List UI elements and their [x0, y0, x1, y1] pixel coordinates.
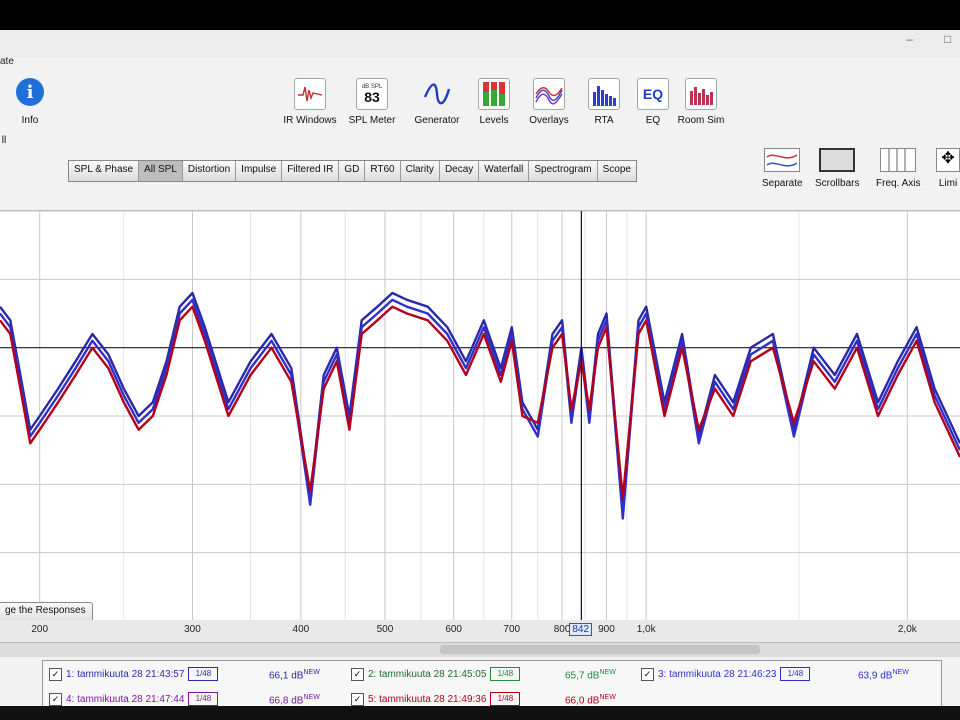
tab-all-spl[interactable]: All SPL: [139, 161, 183, 181]
tab-gd[interactable]: GD: [339, 161, 366, 181]
cursor-frequency-readout: 842: [569, 623, 593, 636]
x-tick-label: 500: [376, 624, 394, 635]
checkbox[interactable]: ✓: [49, 667, 62, 681]
minimize-icon[interactable]: –: [906, 32, 913, 46]
room-sim-icon: [685, 78, 717, 110]
level-readout: 65,7 dBNEW: [565, 669, 616, 682]
freq-axis-button[interactable]: Freq. Axis: [876, 148, 920, 189]
legend-name: 2: tammikuuta 28 21:45:05: [368, 668, 487, 680]
taskbar: [0, 706, 960, 720]
window-title: ate: [0, 56, 14, 67]
x-tick-label: 900: [598, 624, 615, 635]
scrollbars-icon: [819, 148, 856, 172]
checkbox[interactable]: ✓: [351, 692, 364, 706]
scrollbar-thumb[interactable]: [440, 645, 760, 654]
title-bar: ate – □: [0, 30, 960, 67]
tab-impulse[interactable]: Impulse: [236, 161, 283, 181]
legend-entry-2[interactable]: ✓ 2: tammikuuta 28 21:45:05 1/48: [351, 667, 521, 681]
measurement-legend: ✓ 1: tammikuuta 28 21:43:57 1/48 66,1 dB…: [42, 660, 942, 710]
smoothing-badge[interactable]: 1/48: [490, 667, 521, 681]
separate-icon: [764, 148, 801, 172]
legend-name: 1: tammikuuta 28 21:43:57: [66, 668, 185, 680]
legend-name: 4: tammikuuta 28 21:47:44: [66, 693, 185, 705]
smoothing-badge[interactable]: 1/48: [188, 692, 219, 706]
level-readout: 66,1 dBNEW: [269, 669, 320, 682]
legend-name: 5: tammikuuta 28 21:49:36: [368, 693, 487, 705]
maximize-icon[interactable]: □: [944, 32, 951, 46]
generator-icon: [421, 78, 453, 110]
level-readout: 66,0 dBNEW: [565, 694, 616, 707]
tab-distortion[interactable]: Distortion: [182, 161, 237, 181]
x-tick-label: 600: [445, 624, 462, 635]
main-toolbar: ll i Info IR Windows dB SPL 83 SPL Meter…: [0, 70, 960, 146]
spl-plot[interactable]: [0, 210, 960, 622]
overlays-icon: [533, 78, 565, 110]
tab-spl-phase[interactable]: SPL & Phase: [69, 161, 140, 181]
frequency-axis: 200 300 400 500 600 700 800 900 1,0k 2,0k 842: [0, 620, 960, 642]
legend-entry-4[interactable]: ✓ 4: tammikuuta 28 21:47:44 1/48: [49, 692, 219, 706]
series-line-1: [0, 291, 960, 513]
graph-tabs: SPL & Phase All SPL Distortion Impulse F…: [68, 160, 637, 182]
scrollbars-button[interactable]: Scrollbars: [815, 148, 859, 189]
x-tick-label: 1,0k: [636, 624, 656, 635]
tab-rt60[interactable]: RT60: [365, 161, 401, 181]
ir-windows-icon: [294, 78, 326, 110]
spl-meter-icon: dB SPL 83: [356, 78, 388, 110]
limits-button[interactable]: ✥ Limi: [936, 148, 960, 189]
tab-clarity[interactable]: Clarity: [400, 161, 440, 181]
spl-chart-svg: [0, 210, 960, 622]
horizontal-scrollbar[interactable]: [0, 642, 960, 657]
x-tick-label: 400: [292, 624, 310, 635]
legend-entry-1[interactable]: ✓ 1: tammikuuta 28 21:43:57 1/48: [49, 667, 219, 681]
tab-waterfall[interactable]: Waterfall: [479, 161, 530, 181]
tab-decay[interactable]: Decay: [439, 161, 480, 181]
spl-meter-button[interactable]: dB SPL 83 SPL Meter: [336, 78, 408, 126]
level-readout: 63,9 dBNEW: [858, 669, 909, 682]
freq-axis-icon: [880, 148, 917, 172]
room-sim-button[interactable]: Room Sim: [665, 78, 737, 126]
smoothing-badge[interactable]: 1/48: [780, 667, 811, 681]
legend-entry-5[interactable]: ✓ 5: tammikuuta 28 21:49:36 1/48: [351, 692, 521, 706]
smoothing-badge[interactable]: 1/48: [490, 692, 521, 706]
x-tick-label: 300: [184, 624, 201, 635]
checkbox[interactable]: ✓: [49, 692, 62, 706]
level-readout: 66,8 dBNEW: [269, 694, 320, 707]
smoothing-badge[interactable]: 1/48: [188, 667, 219, 681]
info-button[interactable]: i Info: [0, 78, 66, 126]
levels-icon: [478, 78, 510, 110]
legend-name: 3: tammikuuta 28 21:46:23: [658, 668, 777, 680]
toolbar-left-fragment: ll: [1, 135, 7, 146]
separate-button[interactable]: Separate: [762, 148, 803, 189]
info-icon: i: [16, 78, 44, 106]
rta-icon: [588, 78, 620, 110]
tab-spectrogram[interactable]: Spectrogram: [529, 161, 598, 181]
legend-entry-3[interactable]: ✓ 3: tammikuuta 28 21:46:23 1/48: [641, 667, 811, 681]
x-tick-label: 200: [31, 624, 49, 635]
tab-filtered-ir[interactable]: Filtered IR: [282, 161, 340, 181]
tab-scope[interactable]: Scope: [597, 161, 636, 181]
x-tick-label: 800: [553, 624, 571, 635]
x-tick-label: 700: [503, 624, 521, 635]
checkbox[interactable]: ✓: [351, 667, 364, 681]
rew-window: ate – □ ll i Info IR Windows dB SPL 83 S…: [0, 30, 960, 710]
limits-icon: ✥: [936, 148, 960, 172]
checkbox[interactable]: ✓: [641, 667, 654, 681]
x-tick-label: 2,0k: [897, 624, 917, 635]
